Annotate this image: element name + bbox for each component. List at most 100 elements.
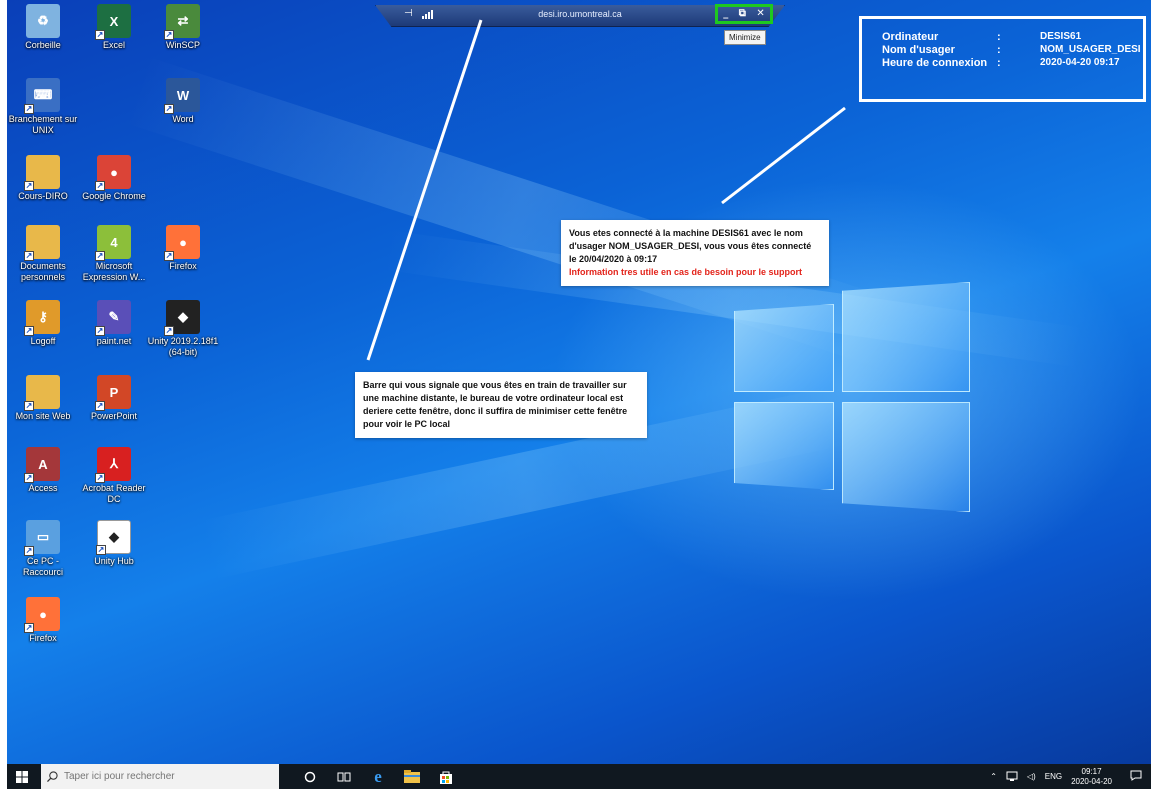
shortcut-arrow-icon: ↗ bbox=[95, 30, 105, 40]
folder-icon: ↗ bbox=[24, 225, 60, 261]
desktop-icon[interactable]: ⅄ ↗ Acrobat Reader DC bbox=[78, 447, 150, 505]
bginfo-panel: Ordinateur : DESIS61 Nom d'usager : NOM_… bbox=[859, 16, 1146, 102]
desktop-icon-label: paint.net bbox=[96, 336, 132, 346]
desktop-icon[interactable]: ● ↗ Firefox bbox=[147, 225, 219, 272]
desktop-icon[interactable]: ↗ Mon site Web bbox=[7, 375, 79, 422]
shortcut-arrow-icon: ↗ bbox=[24, 104, 34, 114]
shortcut-arrow-icon: ↗ bbox=[24, 401, 34, 411]
unity-hub-icon: ◆ ↗ bbox=[96, 520, 131, 555]
network-icon[interactable] bbox=[1006, 771, 1018, 783]
desktop-icon-label: Documents personnels bbox=[20, 261, 66, 282]
edge-icon: e bbox=[374, 766, 382, 786]
bginfo-key: Heure de connexion bbox=[882, 57, 988, 69]
desktop-icon-label: Google Chrome bbox=[82, 191, 146, 201]
excel-icon: X ↗ bbox=[95, 4, 131, 40]
desktop-icon[interactable]: ⇄ ↗ WinSCP bbox=[147, 4, 219, 51]
shortcut-arrow-icon: ↗ bbox=[24, 623, 34, 633]
search-icon bbox=[47, 771, 58, 782]
desktop-icon[interactable]: A ↗ Access bbox=[7, 447, 79, 494]
desktop-icon-label: Mon site Web bbox=[15, 411, 71, 421]
clock-time: 09:17 bbox=[1081, 766, 1102, 776]
this-pc-icon: ▭ ↗ bbox=[24, 520, 60, 556]
web-folder-icon: ↗ bbox=[24, 375, 60, 411]
language-indicator[interactable]: ENG bbox=[1045, 772, 1062, 781]
desktop-icon[interactable]: ◆ ↗ Unity Hub bbox=[78, 520, 150, 567]
desktop-icon[interactable]: ◆ ↗ Unity 2019.2.18f1 (64-bit) bbox=[147, 300, 219, 358]
desktop-icon[interactable]: ↗ Documents personnels bbox=[7, 225, 79, 283]
bginfo-row-computer: Ordinateur : DESIS61 bbox=[882, 31, 1137, 43]
powerpoint-icon: P ↗ bbox=[95, 375, 131, 411]
minimize-tooltip: Minimize bbox=[724, 30, 766, 45]
shortcut-arrow-icon: ↗ bbox=[95, 473, 105, 483]
note-text: Barre qui vous signale que vous êtes en … bbox=[363, 380, 628, 429]
shortcut-arrow-icon: ↗ bbox=[95, 326, 105, 336]
shortcut-arrow-icon: ↗ bbox=[24, 546, 34, 556]
store-bag-icon bbox=[440, 771, 452, 784]
bginfo-value: NOM_USAGER_DESI bbox=[1040, 44, 1141, 55]
bginfo-row-login-time: Heure de connexion : 2020-04-20 09:17 bbox=[882, 57, 1137, 69]
desktop-icon[interactable]: ● ↗ Firefox bbox=[7, 597, 79, 644]
shortcut-arrow-icon: ↗ bbox=[95, 181, 105, 191]
expression-web-icon: 4 ↗ bbox=[95, 225, 131, 261]
desktop-icon[interactable]: ♻ Corbeille bbox=[7, 4, 79, 51]
recycle-bin-icon: ♻ bbox=[26, 4, 60, 38]
taskbar-search-box[interactable] bbox=[41, 764, 279, 789]
windows-logo-wallpaper bbox=[734, 282, 974, 542]
bginfo-value: DESIS61 bbox=[1040, 31, 1082, 42]
desktop-icon[interactable]: W ↗ Word bbox=[147, 78, 219, 125]
shortcut-arrow-icon: ↗ bbox=[95, 251, 105, 261]
task-view-button[interactable] bbox=[331, 764, 357, 789]
desktop-icon[interactable]: ⌨ ↗ Branchement sur UNIX bbox=[7, 78, 79, 136]
shortcut-arrow-icon: ↗ bbox=[24, 326, 34, 336]
action-center-icon[interactable] bbox=[1130, 770, 1142, 783]
desktop-icon-label: PowerPoint bbox=[90, 411, 138, 421]
desktop-icon[interactable]: ▭ ↗ Ce PC - Raccourci bbox=[7, 520, 79, 578]
close-button[interactable]: ✕ bbox=[756, 9, 764, 19]
cortana-icon bbox=[304, 771, 316, 782]
desktop-icon[interactable]: ✎ ↗ paint.net bbox=[78, 300, 150, 347]
shortcut-arrow-icon: ↗ bbox=[164, 30, 174, 40]
desktop-icon[interactable]: ● ↗ Google Chrome bbox=[78, 155, 150, 202]
desktop-icon-label: Cours-DIRO bbox=[18, 191, 68, 201]
search-input[interactable] bbox=[64, 771, 264, 782]
bginfo-separator: : bbox=[997, 57, 1001, 69]
shortcut-arrow-icon: ↗ bbox=[24, 181, 34, 191]
start-button[interactable] bbox=[11, 764, 33, 789]
paintnet-icon: ✎ ↗ bbox=[95, 300, 131, 336]
acrobat-icon: ⅄ ↗ bbox=[95, 447, 131, 483]
folder-icon bbox=[404, 770, 420, 783]
bginfo-separator: : bbox=[997, 31, 1001, 43]
minimize-button[interactable]: _ bbox=[723, 9, 728, 19]
desktop-icon-label: Logoff bbox=[30, 336, 56, 346]
firefox-icon: ● ↗ bbox=[24, 597, 60, 633]
desktop-icon[interactable]: ↗ Cours-DIRO bbox=[7, 155, 79, 202]
desktop-icon[interactable]: 4 ↗ Microsoft Expression W... bbox=[78, 225, 150, 283]
taskbar-edge[interactable]: e bbox=[365, 764, 391, 789]
unity-icon: ◆ ↗ bbox=[164, 300, 200, 336]
bginfo-row-user: Nom d'usager : NOM_USAGER_DESI bbox=[882, 44, 1141, 56]
restore-button[interactable]: ⧉ bbox=[739, 9, 746, 19]
desktop-icon-label: Ce PC - Raccourci bbox=[22, 556, 63, 577]
taskbar-file-explorer[interactable] bbox=[399, 764, 425, 789]
taskbar: e ⌃ ◁) ENG 09:17 2020-04-20 bbox=[7, 764, 1151, 789]
desktop-icon-label: Acrobat Reader DC bbox=[82, 483, 146, 504]
clock[interactable]: 09:17 2020-04-20 bbox=[1071, 767, 1112, 787]
taskbar-store[interactable] bbox=[433, 764, 459, 789]
desktop-icon[interactable]: X ↗ Excel bbox=[78, 4, 150, 51]
remote-desktop: ♻ Corbeille X ↗ Excel ⇄ ↗ WinSCP ⌨ ↗ Branchement s… bbox=[7, 0, 1151, 764]
volume-icon[interactable]: ◁) bbox=[1027, 772, 1036, 781]
cortana-button[interactable] bbox=[297, 764, 323, 789]
network-computer-icon: ⌨ ↗ bbox=[24, 78, 60, 114]
desktop-icon[interactable]: P ↗ PowerPoint bbox=[78, 375, 150, 422]
desktop-icon[interactable]: ⚷ ↗ Logoff bbox=[7, 300, 79, 347]
chevron-up-icon[interactable]: ⌃ bbox=[990, 772, 997, 781]
desktop-icon-label: Word bbox=[172, 114, 194, 124]
desktop-icon-label: Firefox bbox=[29, 633, 57, 643]
system-tray: ⌃ ◁) ENG 09:17 2020-04-20 bbox=[990, 764, 1151, 789]
word-icon: W ↗ bbox=[164, 78, 200, 114]
desktop-icon-label: Access bbox=[28, 483, 58, 493]
winscp-icon: ⇄ ↗ bbox=[164, 4, 200, 40]
shortcut-arrow-icon: ↗ bbox=[164, 104, 174, 114]
desktop-icon-label: Microsoft Expression W... bbox=[82, 261, 146, 282]
rdp-window-controls: _ ⧉ ✕ bbox=[715, 4, 773, 24]
